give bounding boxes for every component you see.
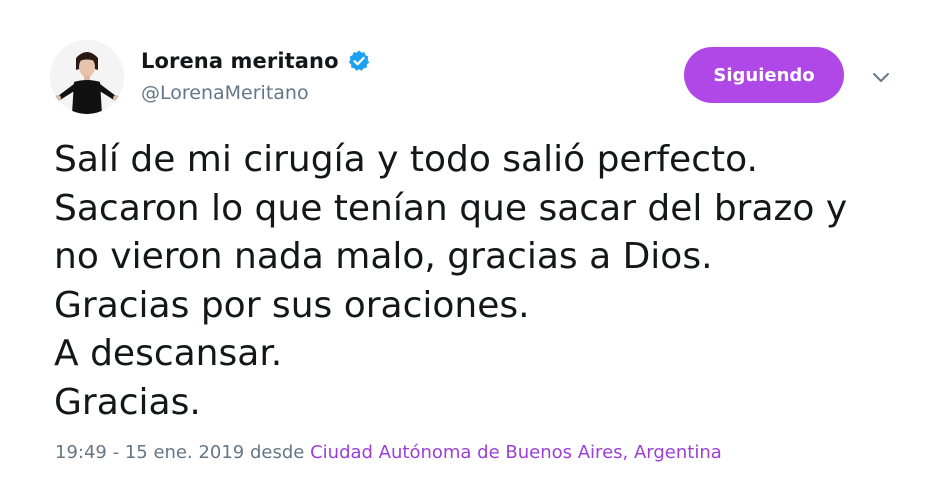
tweet-line: no vieron nada malo, gracias a Dios.: [54, 236, 713, 277]
tweet-line: Salí de mi cirugía y todo salió perfecto…: [54, 139, 758, 180]
meta-separator: -: [106, 442, 125, 463]
meta-from-word: desde: [244, 442, 311, 463]
tweet-line: Sacaron lo que tenían que sacar del braz…: [54, 187, 848, 229]
user-handle[interactable]: @LorenaMeritano: [141, 82, 309, 104]
avatar-image: [50, 40, 124, 114]
tweet-card: Lorena meritano @LorenaMeritano Siguiend…: [0, 0, 934, 479]
avatar[interactable]: [50, 40, 124, 114]
following-button[interactable]: Siguiendo: [684, 47, 844, 103]
user-name-row: Lorena meritano: [141, 44, 371, 78]
tweet-line: A descansar.: [54, 333, 283, 374]
tweet-location-link[interactable]: Ciudad Autónoma de Buenos Aires, Argenti…: [310, 442, 722, 463]
tweet-text: Salí de mi cirugía y todo salió perfecto…: [54, 136, 914, 427]
tweet-date[interactable]: 15 ene. 2019: [125, 442, 244, 463]
tweet-time[interactable]: 19:49: [55, 442, 107, 463]
tweet-metadata: 19:49 - 15 ene. 2019 desde Ciudad Autóno…: [55, 442, 722, 463]
tweet-line: Gracias por sus oraciones.: [54, 284, 530, 326]
verified-badge-icon: [347, 49, 371, 73]
display-name[interactable]: Lorena meritano: [141, 49, 339, 73]
tweet-line: Gracias.: [54, 381, 201, 423]
chevron-down-icon[interactable]: [870, 66, 892, 88]
